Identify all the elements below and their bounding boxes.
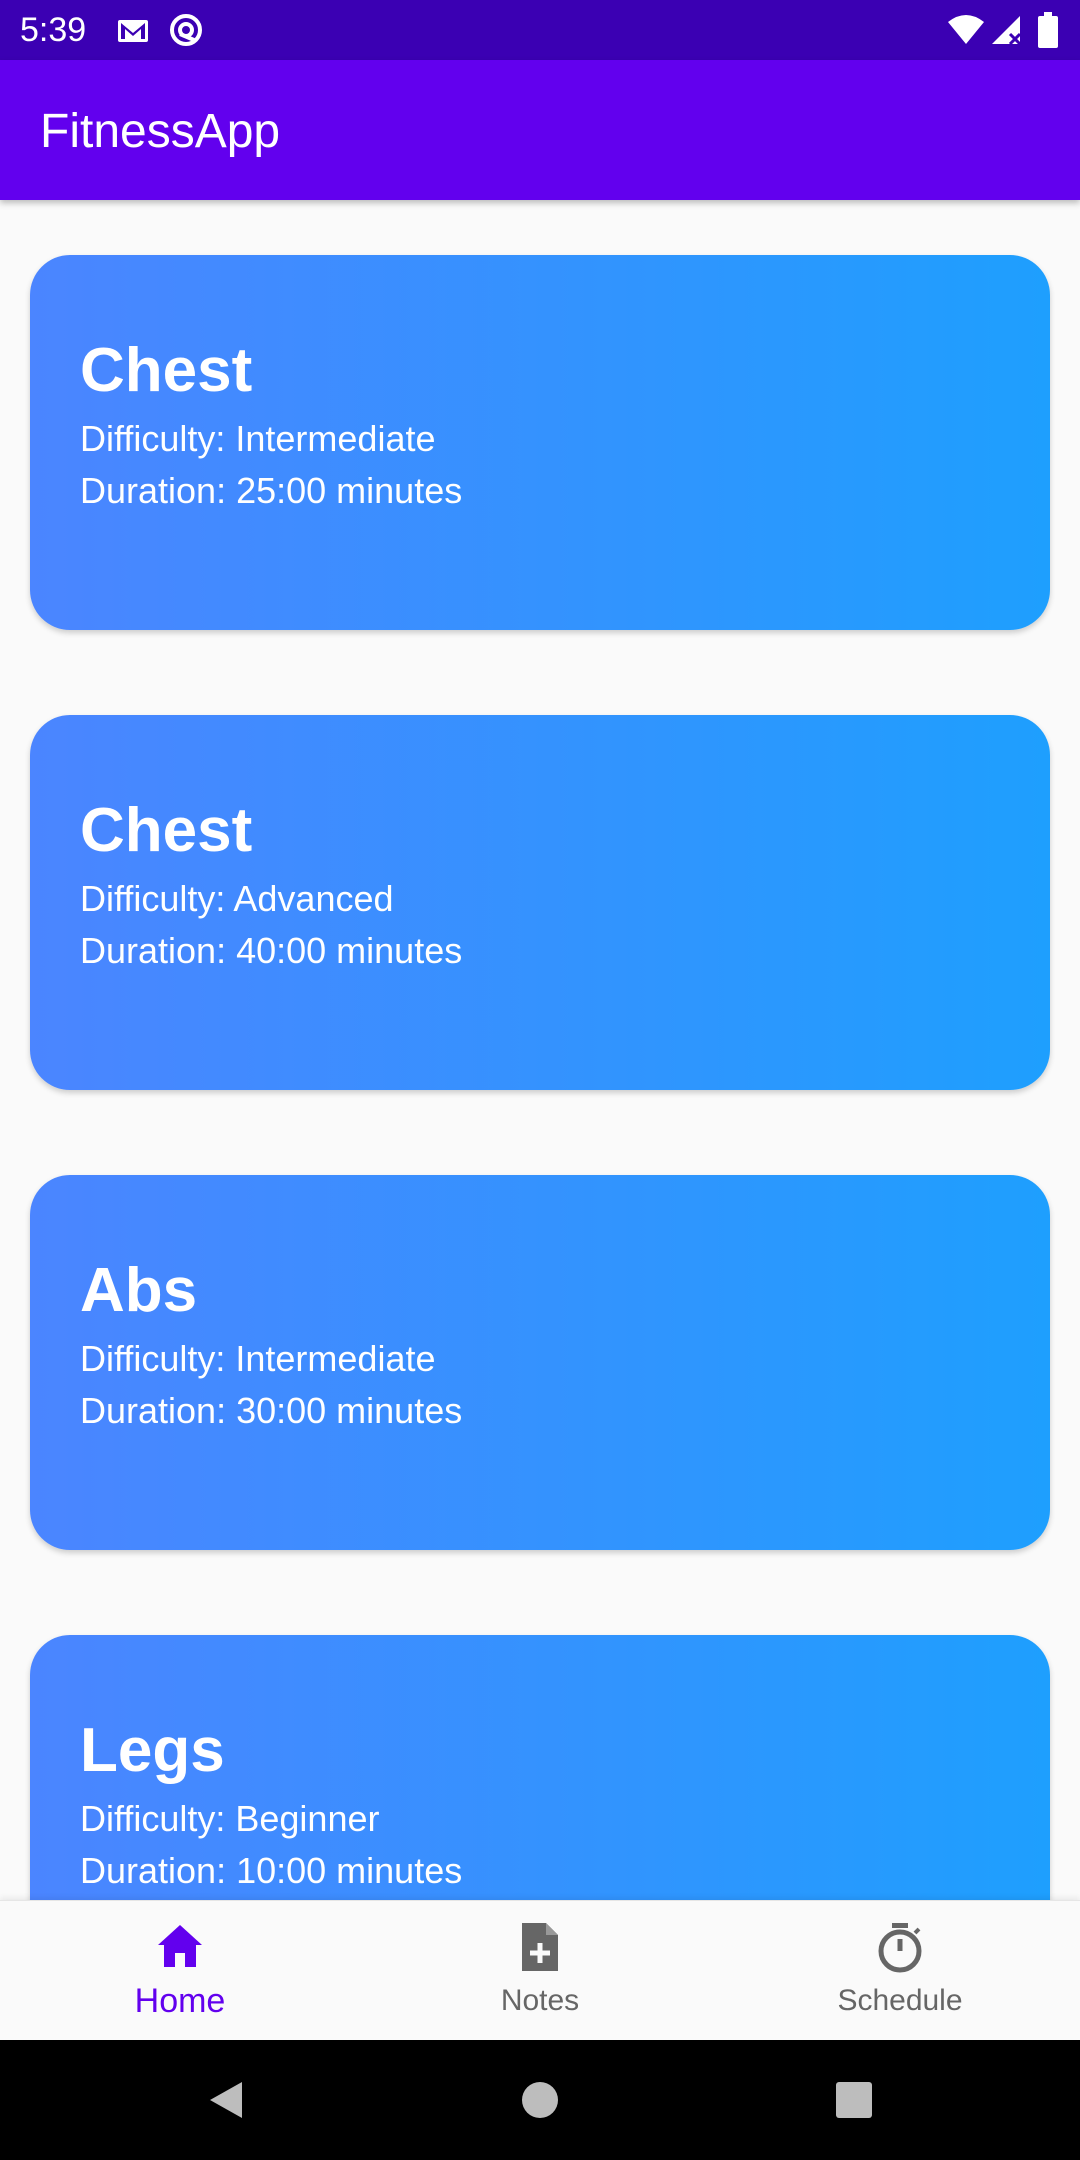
workout-title: Chest	[80, 336, 253, 405]
status-time: 5:39	[20, 11, 87, 49]
workout-card[interactable]: Chest Difficulty: Advanced Duration: 40:…	[30, 715, 1050, 1090]
workout-card[interactable]: Legs Difficulty: Beginner Duration: 10:0…	[30, 1635, 1050, 1900]
workout-difficulty: Difficulty: Intermediate	[80, 1338, 436, 1379]
workout-list[interactable]: Chest Difficulty: Intermediate Duration:…	[0, 200, 1080, 1900]
system-navigation-bar	[0, 2040, 1080, 2160]
workout-title: Chest	[80, 796, 253, 865]
nav-label: Schedule	[837, 1984, 963, 2017]
workout-difficulty: Difficulty: Intermediate	[80, 418, 436, 459]
workout-difficulty: Difficulty: Beginner	[80, 1798, 380, 1839]
signal-icon	[992, 16, 1022, 46]
workout-duration: Duration: 25:00 minutes	[80, 470, 463, 511]
app-bar: FitnessApp	[0, 60, 1080, 200]
workout-duration: Duration: 30:00 minutes	[80, 1390, 463, 1431]
battery-icon	[1038, 12, 1058, 48]
workout-difficulty: Difficulty: Advanced	[80, 878, 394, 919]
sync-icon	[170, 14, 202, 46]
workout-duration: Duration: 40:00 minutes	[80, 930, 463, 971]
nav-schedule[interactable]: Schedule	[720, 1901, 1080, 2041]
home-icon	[158, 1925, 202, 1967]
gmail-icon	[118, 20, 148, 42]
app-title: FitnessApp	[40, 105, 281, 158]
status-bar: 5:39	[0, 0, 1080, 60]
workout-title: Legs	[80, 1716, 225, 1785]
nav-label: Home	[134, 1982, 226, 2020]
note-add-icon	[522, 1923, 558, 1971]
recents-icon[interactable]	[834, 2080, 874, 2120]
bottom-navigation: Home Notes Schedule	[0, 1900, 1080, 2041]
workout-card[interactable]: Chest Difficulty: Intermediate Duration:…	[30, 255, 1050, 630]
workout-title: Abs	[80, 1256, 198, 1325]
workout-card[interactable]: Abs Difficulty: Intermediate Duration: 3…	[30, 1175, 1050, 1550]
nav-label: Notes	[500, 1984, 580, 2017]
home-circle-icon[interactable]	[520, 2080, 560, 2120]
wifi-icon	[948, 15, 984, 44]
workout-duration: Duration: 10:00 minutes	[80, 1850, 463, 1891]
timer-icon	[878, 1923, 922, 1973]
back-icon[interactable]	[206, 2080, 246, 2120]
nav-notes[interactable]: Notes	[360, 1901, 720, 2041]
nav-home[interactable]: Home	[0, 1901, 360, 2041]
